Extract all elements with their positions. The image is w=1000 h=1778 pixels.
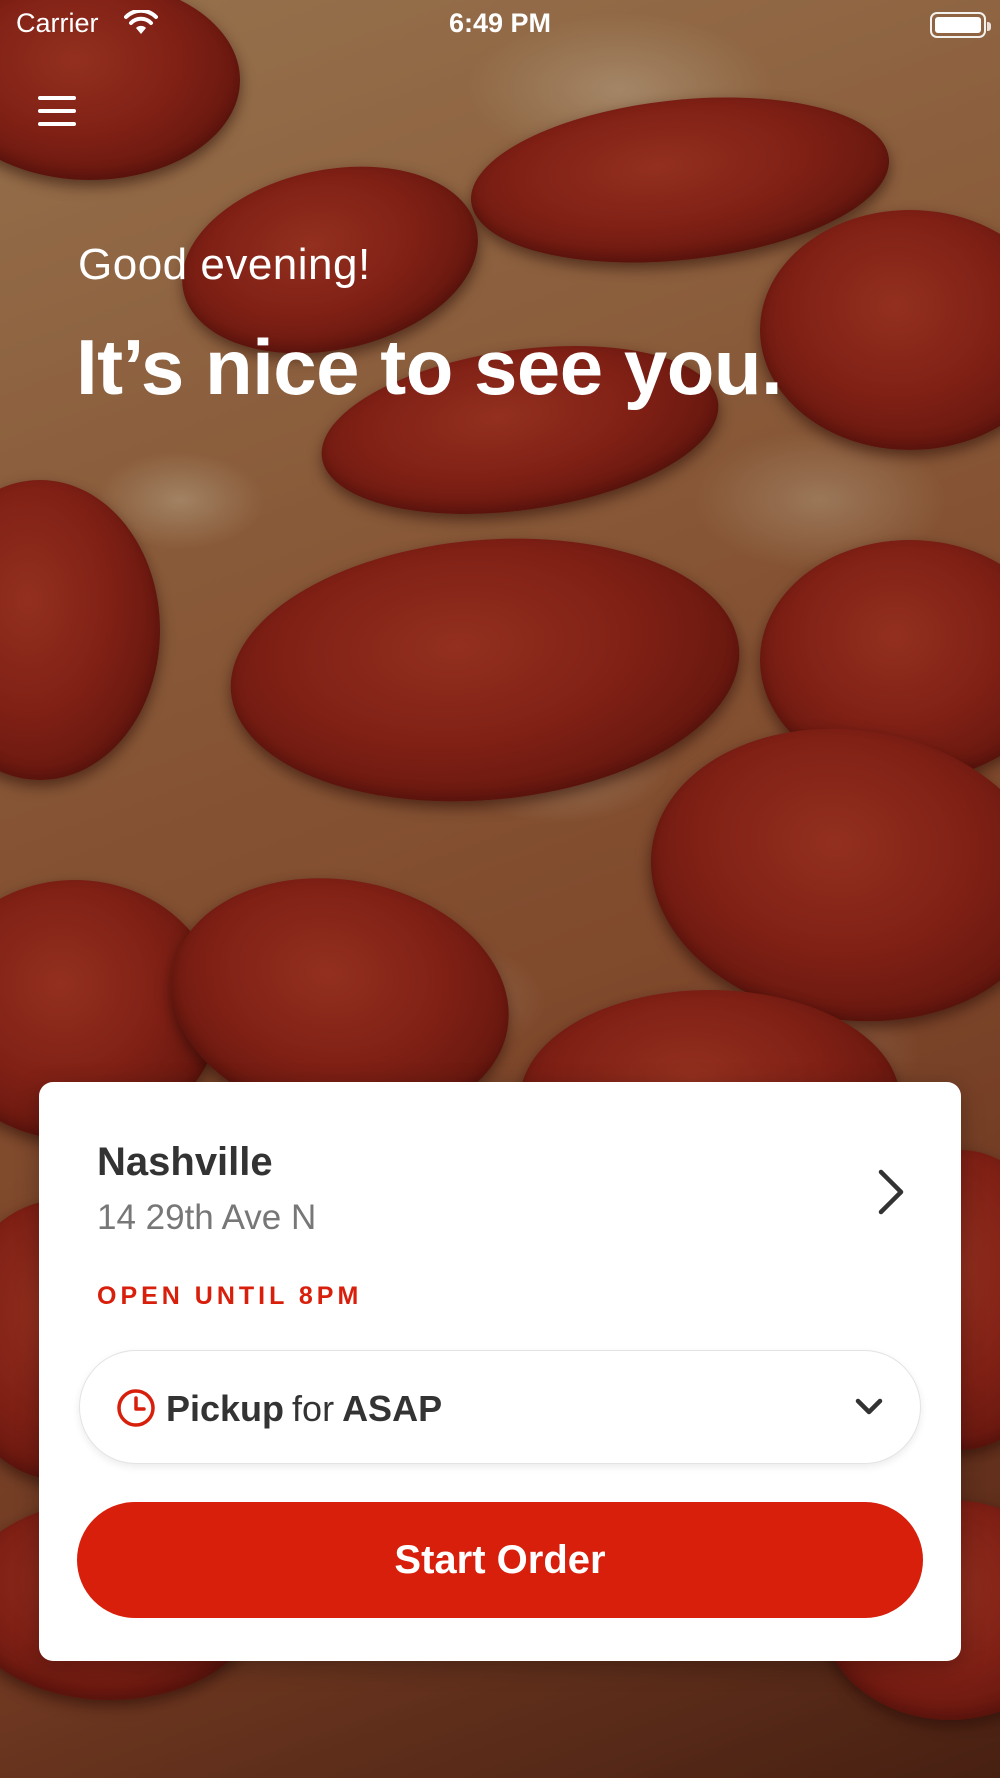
store-address: 14 29th Ave N	[97, 1198, 317, 1237]
order-mode: Pickup	[166, 1388, 285, 1429]
order-time-dropdown[interactable]: Pickup for ASAP	[79, 1350, 921, 1464]
greeting-headline: It’s nice to see you.	[76, 323, 783, 411]
store-card: Nashville 14 29th Ave N OPEN UNTIL 8PM P…	[39, 1082, 961, 1661]
store-hours-status: OPEN UNTIL 8PM	[97, 1282, 363, 1310]
order-time-connector: for	[292, 1388, 335, 1429]
status-bar: Carrier 6:49 PM	[0, 0, 1000, 52]
battery-icon	[930, 12, 991, 38]
start-order-button[interactable]: Start Order	[77, 1502, 923, 1618]
order-time-value: ASAP	[342, 1388, 443, 1429]
hamburger-menu-icon[interactable]	[36, 92, 80, 132]
store-selector[interactable]: Nashville 14 29th Ave N	[97, 1140, 921, 1240]
chevron-right-icon	[878, 1169, 904, 1215]
status-time: 6:49 PM	[448, 8, 552, 38]
clock-icon	[117, 1389, 155, 1427]
chevron-down-icon	[855, 1398, 883, 1415]
order-time-summary: Pickup for ASAP	[166, 1388, 442, 1430]
greeting-salutation: Good evening!	[78, 240, 371, 289]
store-name: Nashville	[97, 1140, 273, 1184]
